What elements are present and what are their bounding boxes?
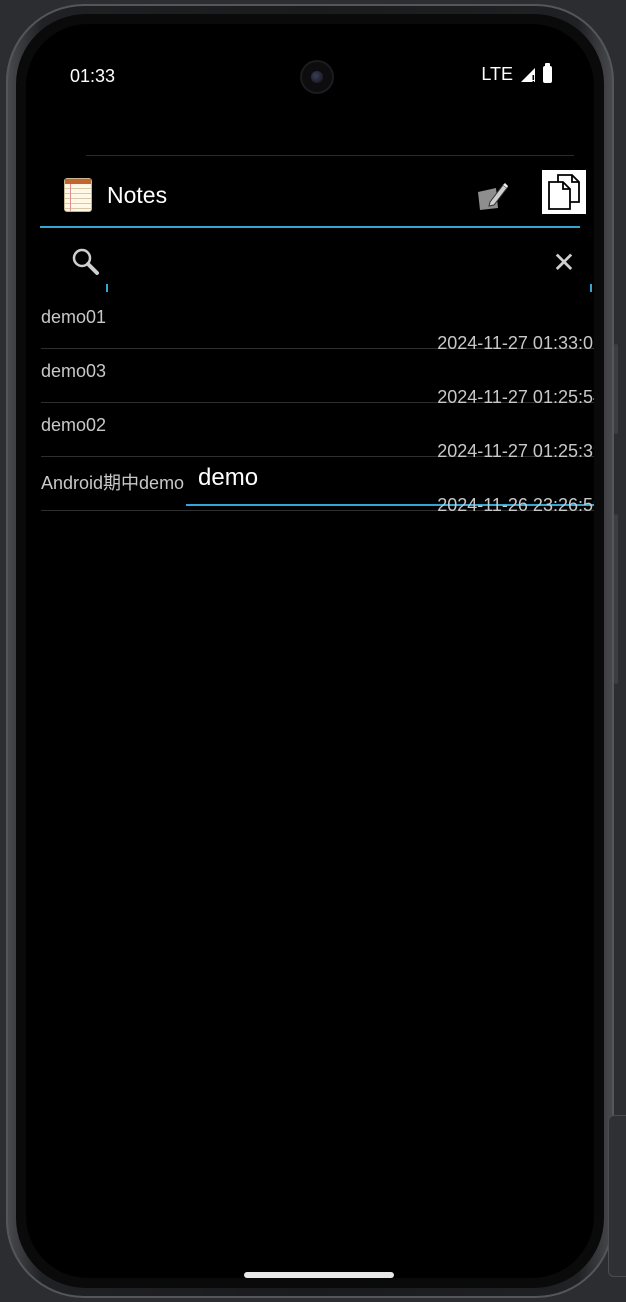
note-list-item[interactable]: demo01 2024-11-27 01:33:02 — [41, 295, 594, 353]
divider — [86, 155, 574, 156]
paste-button[interactable] — [542, 170, 586, 214]
status-indicators: LTE — [481, 63, 552, 85]
note-list-item[interactable]: demo02 2024-11-27 01:25:39 — [41, 403, 594, 461]
power-button — [614, 514, 618, 684]
action-bar: Notes — [40, 166, 586, 226]
bezel: 01:33 LTE Notes demo ✕ demo01 2024-11-27… — [16, 14, 604, 1288]
home-indicator[interactable] — [244, 1272, 394, 1278]
clear-search-button[interactable]: ✕ — [546, 246, 582, 280]
note-list: demo01 2024-11-27 01:33:02 demo03 2024-11-2… — [41, 295, 594, 515]
note-title: demo01 — [41, 307, 107, 327]
network-type: LTE — [481, 64, 513, 84]
status-time: 01:33 — [70, 66, 116, 86]
screen: 01:33 LTE Notes demo ✕ demo01 2024-11-27… — [26, 24, 594, 1278]
note-title: demo02 — [41, 415, 107, 435]
note-list-item[interactable]: Android期中demo 2024-11-26 23:26:59 — [41, 457, 594, 515]
emulator-side-panel — [608, 1115, 626, 1277]
front-camera — [302, 62, 332, 92]
battery-icon — [543, 63, 552, 83]
paste-icon — [548, 174, 580, 210]
action-bar-underline — [40, 226, 580, 228]
note-title: Android期中demo — [41, 473, 185, 493]
search-icon — [70, 246, 102, 278]
compose-icon — [478, 183, 508, 210]
note-title: demo03 — [41, 361, 107, 381]
note-timestamp: 2024-11-26 23:26:59 — [437, 495, 594, 515]
volume-button — [614, 344, 618, 434]
notepad-icon — [64, 178, 92, 212]
phone-frame: 01:33 LTE Notes demo ✕ demo01 2024-11-27… — [6, 4, 618, 1298]
app-title: Notes — [107, 182, 168, 208]
compose-button[interactable] — [472, 176, 512, 216]
note-list-item[interactable]: demo03 2024-11-27 01:25:54 — [41, 349, 594, 407]
search-field[interactable] — [106, 240, 594, 506]
signal-icon — [521, 67, 535, 83]
